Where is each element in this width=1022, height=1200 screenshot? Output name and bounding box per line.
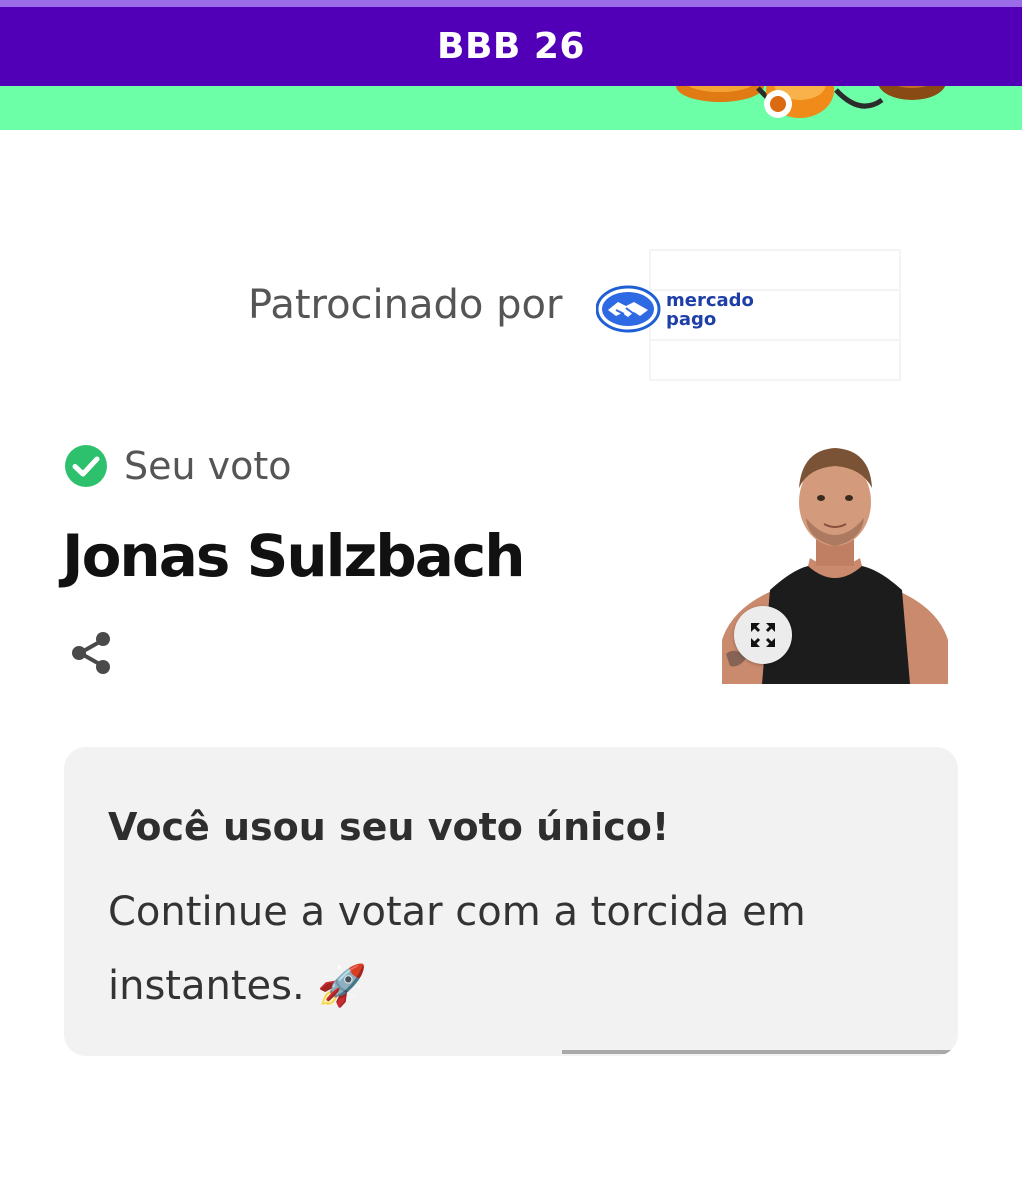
sponsor-label: Patrocinado por <box>248 282 563 328</box>
logo-text-pago: pago <box>666 309 716 330</box>
vote-used-notice: Você usou seu voto único! Continue a vot… <box>64 747 958 1056</box>
vote-status: Seu voto <box>64 443 292 489</box>
notice-timer-bar <box>562 1050 958 1054</box>
banner-mascot-illustration <box>676 86 946 118</box>
candidate-name: Jonas Sulzbach <box>62 522 526 590</box>
vote-status-label: Seu voto <box>124 444 292 488</box>
notice-body: Continue a votar com a torcida em instan… <box>108 889 806 1009</box>
expand-photo-button[interactable] <box>734 606 792 664</box>
sponsor-section: Patrocinado por mercado pago <box>0 270 1022 350</box>
mercado-pago-logo[interactable]: mercado pago <box>596 284 776 334</box>
vote-confirmation-page: BBB 26 Patrocinado por mercado pago Seu … <box>0 0 1022 1200</box>
expand-icon <box>751 623 775 647</box>
app-header: BBB 26 <box>0 7 1022 86</box>
logo-text-mercado: mercado <box>666 290 754 311</box>
header-title: BBB 26 <box>437 26 585 67</box>
share-icon[interactable] <box>66 628 116 678</box>
promo-banner <box>0 86 1022 130</box>
notice-title: Você usou seu voto único! <box>108 805 670 849</box>
top-accent-line <box>0 0 1022 7</box>
check-circle-icon <box>65 445 107 487</box>
